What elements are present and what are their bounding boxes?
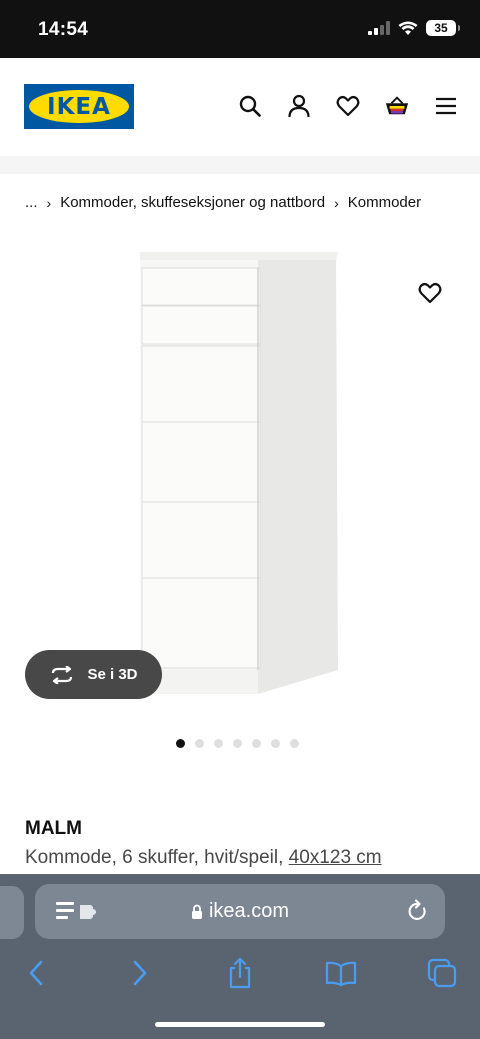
logo-text: IKEA: [47, 93, 111, 120]
url-text: ikea.com: [208, 900, 290, 922]
product-description: Kommode, 6 skuffer, hvit/speil, 40x123 c…: [25, 847, 382, 869]
status-time: 14:54: [38, 19, 89, 40]
ikea-logo[interactable]: IKEA: [24, 84, 134, 129]
dresser-illustration: [140, 252, 338, 694]
rotate-3d-icon: [52, 665, 73, 684]
pagination-dot[interactable]: [195, 739, 204, 748]
pagination-dot[interactable]: [233, 739, 242, 748]
adjacent-tab-peek[interactable]: [0, 886, 24, 939]
pagination-dot[interactable]: [290, 739, 299, 748]
profile-icon[interactable]: [287, 94, 311, 118]
basket-icon[interactable]: [385, 94, 409, 118]
status-bar: 14:54 35: [0, 0, 480, 58]
back-icon[interactable]: [19, 956, 53, 990]
search-icon[interactable]: [238, 94, 262, 118]
site-header: IKEA: [0, 58, 480, 156]
view-3d-label: Se i 3D: [87, 666, 138, 683]
home-indicator: [155, 1022, 325, 1027]
bookmarks-icon[interactable]: [324, 956, 358, 990]
url-display: ikea.com: [35, 884, 445, 939]
menu-icon[interactable]: [434, 94, 458, 118]
battery-indicator: 35: [426, 20, 460, 36]
pagination-dot[interactable]: [252, 739, 261, 748]
product-description-text: Kommode, 6 skuffer, hvit/speil,: [25, 847, 289, 868]
header-icons: [238, 94, 458, 118]
breadcrumb-item-kommoder[interactable]: Kommoder: [348, 194, 421, 211]
lock-icon: [191, 904, 202, 919]
favourite-heart-icon[interactable]: [418, 282, 442, 306]
view-3d-button[interactable]: Se i 3D: [25, 650, 162, 699]
browser-toolbar: [0, 956, 480, 990]
status-icons: 35: [368, 20, 460, 36]
heart-icon[interactable]: [336, 94, 360, 118]
wifi-icon: [398, 21, 418, 35]
breadcrumb-item-kommoder-skuffeseksjoner[interactable]: Kommoder, skuffeseksjoner og nattbord: [60, 194, 325, 211]
breadcrumb: ... › Kommoder, skuffeseksjoner og nattb…: [25, 194, 421, 211]
reload-icon[interactable]: [407, 899, 429, 923]
address-bar[interactable]: ikea.com: [35, 884, 445, 939]
gallery-pagination: [176, 739, 299, 748]
pagination-dot[interactable]: [176, 739, 185, 748]
logo-oval: IKEA: [29, 90, 129, 123]
product-image[interactable]: [0, 240, 480, 710]
breadcrumb-ellipsis[interactable]: ...: [25, 194, 38, 211]
product-size-link[interactable]: 40x123 cm: [289, 847, 382, 868]
pagination-dot[interactable]: [271, 739, 280, 748]
browser-chrome: ikea.com: [0, 874, 480, 1039]
pagination-dot[interactable]: [214, 739, 223, 748]
chevron-right-icon: ›: [46, 194, 52, 211]
chevron-right-icon: ›: [334, 194, 339, 211]
product-name: MALM: [25, 818, 82, 839]
forward-icon[interactable]: [123, 956, 157, 990]
tabs-icon[interactable]: [425, 956, 459, 990]
header-divider-band: [0, 156, 480, 174]
share-icon[interactable]: [223, 956, 257, 990]
signal-icon: [368, 21, 390, 35]
